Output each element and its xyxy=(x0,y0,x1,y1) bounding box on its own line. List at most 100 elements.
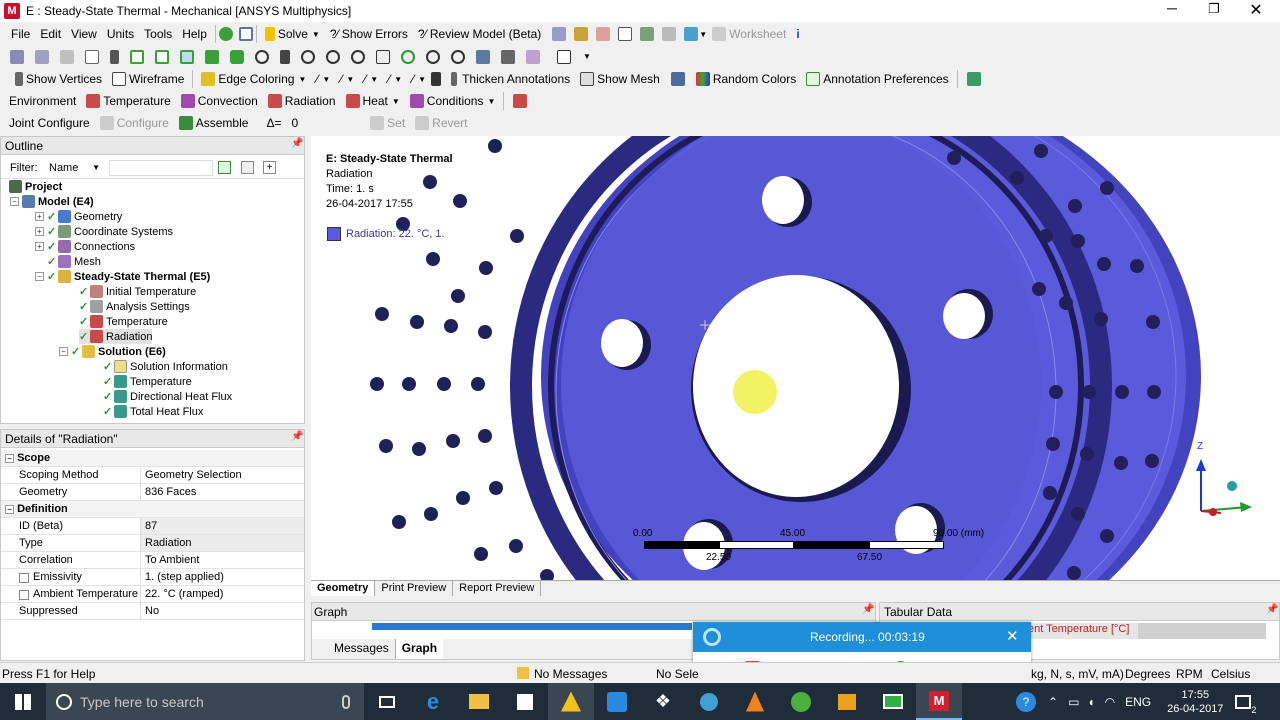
status-messages[interactable]: No Messages xyxy=(534,667,607,681)
iso-view-icon[interactable] xyxy=(476,49,490,64)
pin-icon[interactable]: 📌 xyxy=(291,431,303,442)
tree-item-initial-temperature[interactable]: ✓ Initial Temperature xyxy=(79,284,196,299)
show-vertices-button[interactable]: Show Vertices xyxy=(10,69,107,89)
radiation-button[interactable]: Radiation xyxy=(263,91,341,111)
tab-messages[interactable]: Messages xyxy=(328,639,396,659)
expand-icon[interactable]: + xyxy=(35,227,44,236)
wifi-icon[interactable]: ◠ xyxy=(1105,695,1115,709)
pan-icon[interactable] xyxy=(280,49,290,64)
notification-center-icon[interactable]: 2 xyxy=(1235,694,1256,715)
configure-button[interactable]: Configure xyxy=(95,113,174,133)
tree-item-solution-information[interactable]: ✓ Solution Information xyxy=(103,359,228,374)
environment-button[interactable]: Environment xyxy=(4,91,81,111)
box-zoom-icon[interactable] xyxy=(326,49,340,64)
zoom-to-fit-icon[interactable] xyxy=(401,49,415,64)
menu-tools[interactable]: Tools xyxy=(139,24,177,44)
network-icon[interactable]: ▭ xyxy=(1068,695,1079,709)
chart-app-button[interactable] xyxy=(686,683,732,720)
media-player-button[interactable] xyxy=(824,683,870,720)
volume-icon[interactable]: ◖ xyxy=(1087,695,1094,709)
thicken-annotations-button[interactable]: Thicken Annotations xyxy=(457,69,575,89)
print-icon[interactable] xyxy=(501,49,515,64)
chevron-up-icon[interactable]: ⌃ xyxy=(1048,695,1058,709)
search-box[interactable]: Type here to search xyxy=(46,683,364,720)
tree-item-geometry[interactable]: + ✓ Geometry xyxy=(35,209,122,224)
edge-style-5-button[interactable]: ⁄ ▼ xyxy=(407,69,431,89)
tree-item-coordinate-systems[interactable]: + ✓ Coordinate Systems xyxy=(35,224,173,239)
tree-item-project[interactable]: Project xyxy=(9,179,62,194)
details-row-emissivity[interactable]: Emissivity 1. (step applied) xyxy=(1,569,304,586)
details-row-geometry[interactable]: Geometry 836 Faces xyxy=(1,484,304,501)
tree-item-result-temperature[interactable]: ✓ Temperature xyxy=(103,374,192,389)
image-icon[interactable] xyxy=(596,27,611,41)
section-icon[interactable] xyxy=(662,27,677,41)
axis-triad[interactable] xyxy=(1186,441,1266,521)
status-angle[interactable]: Degrees xyxy=(1125,667,1170,681)
collapse-icon[interactable]: − xyxy=(5,454,14,463)
menu-file[interactable]: File xyxy=(6,24,35,44)
assemble-button[interactable]: Assemble xyxy=(174,113,254,133)
commands-icon[interactable] xyxy=(513,94,528,108)
select-mode-icon[interactable] xyxy=(60,49,74,64)
message-icon[interactable] xyxy=(517,667,529,679)
ansys-button[interactable] xyxy=(548,683,594,720)
menu-units[interactable]: Units xyxy=(102,24,139,44)
tree-item-temperature[interactable]: ✓ Temperature xyxy=(79,314,168,329)
text-icon[interactable] xyxy=(618,27,633,41)
vertex-select-icon[interactable] xyxy=(130,49,144,64)
annotation-icon[interactable] xyxy=(640,27,655,41)
edge-browser-button[interactable]: e xyxy=(410,683,456,720)
probe-icon[interactable] xyxy=(552,27,567,41)
tree-item-connections[interactable]: + ✓ Connections xyxy=(35,239,135,254)
box-select-icon[interactable] xyxy=(85,49,99,64)
dropbox-button[interactable]: ❖ xyxy=(640,683,686,720)
tree-item-mesh[interactable]: ✓ Mesh xyxy=(47,254,101,269)
edge-style-4-button[interactable]: ⁄ ▼ xyxy=(383,69,407,89)
wireframe-button[interactable]: Wireframe xyxy=(107,69,189,89)
details-row-suppressed[interactable]: Suppressed No xyxy=(1,603,304,620)
collapse-icon[interactable]: − xyxy=(10,197,19,206)
extend-icon[interactable] xyxy=(35,49,49,64)
graph-link-icon[interactable] xyxy=(238,27,253,41)
clear-filter-icon[interactable] xyxy=(241,161,254,174)
minimize-button[interactable]: ─ xyxy=(1160,0,1184,16)
tree-item-analysis-settings[interactable]: ✓ Analysis Settings xyxy=(79,299,190,314)
delta-value[interactable]: 0 xyxy=(286,113,303,133)
tree-item-steady-state-thermal[interactable]: − ✓ Steady-State Thermal (E5) xyxy=(35,269,210,284)
pin-icon[interactable]: 📌 xyxy=(291,138,303,149)
expand-all-icon[interactable]: + xyxy=(263,161,276,174)
close-button[interactable]: ✕ xyxy=(1246,0,1266,20)
menu-help[interactable]: Help xyxy=(177,24,212,44)
start-button[interactable] xyxy=(0,683,46,720)
select-icon[interactable] xyxy=(10,49,24,64)
refresh-icon[interactable] xyxy=(218,161,231,174)
language-indicator[interactable]: ENG xyxy=(1125,695,1151,709)
check-icon[interactable] xyxy=(218,27,233,41)
status-units[interactable]: kg, N, s, mV, mA) xyxy=(1031,667,1124,681)
edge-style-1-button[interactable]: ⁄ ▼ xyxy=(311,69,335,89)
collapse-icon[interactable]: − xyxy=(5,505,14,514)
details-row-correlation[interactable]: Correlation To Ambient xyxy=(1,552,304,569)
annotation-preferences-button[interactable]: Annotation Preferences xyxy=(801,69,953,89)
show-errors-button[interactable]: ?⁄ Show Errors xyxy=(325,24,413,44)
details-row-type[interactable]: Type Radiation xyxy=(1,535,304,552)
solve-button[interactable]: Solve ▼ xyxy=(260,24,325,44)
pin-icon[interactable]: 📌 xyxy=(862,604,874,615)
graph-timeline[interactable] xyxy=(372,623,692,630)
pin-icon[interactable]: 📌 xyxy=(1266,604,1278,615)
set-button[interactable]: Set xyxy=(365,113,410,133)
microphone-icon[interactable] xyxy=(342,694,350,709)
collapse-icon[interactable]: − xyxy=(35,272,44,281)
tab-print-preview[interactable]: Print Preview xyxy=(375,581,454,596)
tree-item-solution[interactable]: − ✓ Solution (E6) xyxy=(59,344,166,359)
vlc-button[interactable] xyxy=(732,683,778,720)
details-category-scope[interactable]: − Scope xyxy=(1,450,304,467)
sync-app-button[interactable] xyxy=(594,683,640,720)
edge-style-2-button[interactable]: ⁄ ▼ xyxy=(335,69,359,89)
menu-edit[interactable]: Edit xyxy=(35,24,66,44)
ambient-checkbox[interactable] xyxy=(19,590,29,600)
monitor-app-button[interactable] xyxy=(870,683,916,720)
details-row-ambient-temperature[interactable]: Ambient Temperature 22. °C (ramped) xyxy=(1,586,304,603)
status-temp[interactable]: Celsius xyxy=(1211,667,1250,681)
model-icon[interactable] xyxy=(966,72,981,86)
